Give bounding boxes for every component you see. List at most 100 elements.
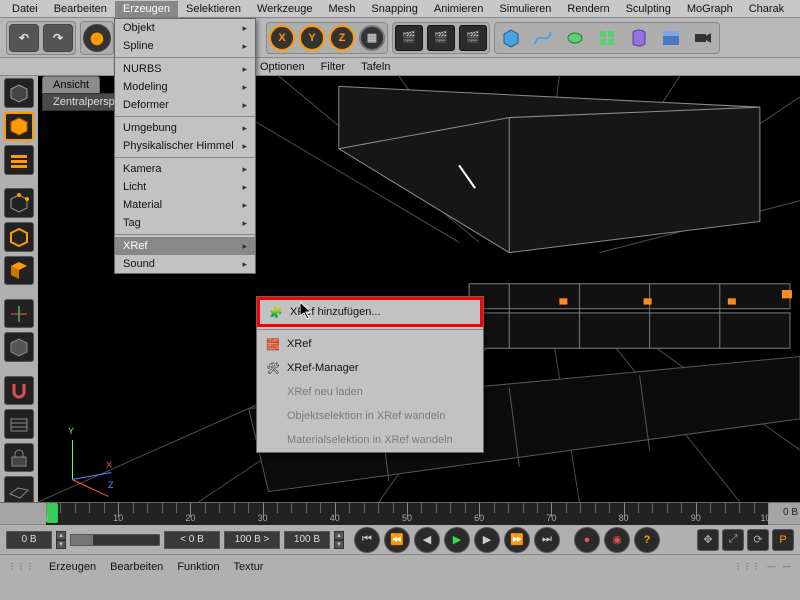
polygons-mode-icon[interactable] [4,256,34,286]
render-view-button[interactable]: 🎬 [395,25,423,51]
axis-z-toggle[interactable]: Z [329,25,355,51]
menu-charak[interactable]: Charak [741,1,792,17]
axis-x-toggle[interactable]: X [269,25,295,51]
menu-werkzeuge[interactable]: Werkzeuge [249,1,320,17]
frame-start-stepper[interactable]: ▴▾ [56,531,66,549]
menu-erzeugen[interactable]: Erzeugen [115,1,178,17]
timeline-ruler[interactable]: 0102030405060708090100 [46,503,768,525]
play-button[interactable]: ▶ [444,527,470,553]
kf-param-icon[interactable]: P [772,529,794,551]
kf-rotate-icon[interactable]: ⟳ [747,529,769,551]
prev-frame-button[interactable]: ◀ [414,527,440,553]
render-settings-button[interactable]: 🎬 [459,25,487,51]
dd-kamera[interactable]: Kamera [115,160,255,178]
matbar-erzeugen[interactable]: Erzeugen [49,561,96,573]
locked-workplane-icon[interactable] [4,443,34,473]
render-pv-button[interactable]: 🎬 [427,25,455,51]
dd-spline[interactable]: Spline [115,37,255,55]
right-panel-grip[interactable]: ⋮⋮⋮ — — [734,562,792,571]
menu-datei[interactable]: Datei [4,1,46,17]
viewport-menu-tafeln[interactable]: Tafeln [361,61,390,73]
sm-xref-add[interactable]: 🧩 XRef hinzufügen... [257,297,483,327]
dd-objekt[interactable]: Objekt [115,19,255,37]
model-mode-icon[interactable] [4,78,34,108]
coord-system-toggle[interactable]: ▦ [359,25,385,51]
frame-end-stepper[interactable]: ▴▾ [334,531,344,549]
material-bar-grip[interactable]: ⋮⋮⋮ [8,562,35,571]
matbar-bearbeiten[interactable]: Bearbeiten [110,561,163,573]
menu-animieren[interactable]: Animieren [426,1,492,17]
dd-physhimmel[interactable]: Physikalischer Himmel [115,137,255,155]
sm-xref[interactable]: 🧱 XRef [257,332,483,356]
menu-snapping[interactable]: Snapping [363,1,426,17]
array-primitive[interactable] [593,25,621,51]
menu-mesh[interactable]: Mesh [320,1,363,17]
erzeugen-dropdown: Objekt Spline NURBS Modeling Deformer Um… [114,18,256,274]
menu-simulieren[interactable]: Simulieren [491,1,559,17]
dd-deformer[interactable]: Deformer [115,96,255,114]
environment-primitive[interactable] [657,25,685,51]
workplane-icon[interactable] [4,409,34,439]
dd-sound[interactable]: Sound [115,255,255,273]
viewport-menu-filter[interactable]: Filter [321,61,345,73]
timeline-scrollbar[interactable] [70,534,160,546]
edge-mode-icon[interactable] [4,145,34,175]
dd-modeling[interactable]: Modeling [115,78,255,96]
ruler-label: 100 [760,513,775,523]
menu-sculpting[interactable]: Sculpting [618,1,679,17]
cube-primitive[interactable] [497,25,525,51]
viewport-menu-optionen[interactable]: Optionen [260,61,305,73]
frame-end-field[interactable]: 100 B [284,531,330,549]
dd-umgebung[interactable]: Umgebung [115,119,255,137]
nurbs-primitive[interactable] [561,25,589,51]
goto-start-button[interactable]: ⏮ [354,527,380,553]
kf-scale-icon[interactable]: ⤢ [722,529,744,551]
frame-start-field[interactable]: 0 B [6,531,52,549]
undo-button[interactable]: ↶ [9,24,39,52]
dd-tag[interactable]: Tag [115,214,255,232]
menu-mograph[interactable]: MoGraph [679,1,741,17]
camera-primitive[interactable] [689,25,717,51]
edges-mode-icon[interactable] [4,222,34,252]
keyframe-options-button[interactable]: ? [634,527,660,553]
live-select-tool[interactable]: ⬤ [83,24,111,52]
snap-icon[interactable] [4,376,34,406]
object-mode-icon[interactable] [4,112,34,142]
enable-axis-icon[interactable] [4,299,34,329]
matbar-funktion[interactable]: Funktion [177,561,219,573]
next-frame-button[interactable]: ▶ [474,527,500,553]
viewport-solo-icon[interactable] [4,332,34,362]
dd-licht[interactable]: Licht [115,178,255,196]
xref-submenu: 🧩 XRef hinzufügen... 🧱 XRef 🛠 XRef-Manag… [256,296,484,453]
axis-gizmo: Y X Z [62,430,122,490]
next-key-button[interactable]: ⏩ [504,527,530,553]
frame-range-right[interactable]: 100 B > [224,531,280,549]
record-button[interactable]: ● [574,527,600,553]
sm-xref-objsel: Objektselektion in XRef wandeln [257,404,483,428]
menu-selektieren[interactable]: Selektieren [178,1,249,17]
goto-end-button[interactable]: ⏭ [534,527,560,553]
deformer-primitive[interactable] [625,25,653,51]
matbar-textur[interactable]: Textur [234,561,264,573]
points-mode-icon[interactable] [4,188,34,218]
dd-material[interactable]: Material [115,196,255,214]
ruler-label: 90 [691,513,701,523]
spline-primitive[interactable] [529,25,557,51]
dd-xref[interactable]: XRef [115,237,255,255]
undo-group: ↶ ↷ [6,21,76,55]
menu-rendern[interactable]: Rendern [559,1,617,17]
dd-nurbs[interactable]: NURBS [115,60,255,78]
ruler-label: 10 [113,513,123,523]
prev-key-button[interactable]: ⏪ [384,527,410,553]
sm-xref-manager[interactable]: 🛠 XRef-Manager [257,356,483,380]
redo-button[interactable]: ↷ [43,24,73,52]
frame-range-left[interactable]: < 0 B [164,531,220,549]
viewport-tab-ansicht[interactable]: Ansicht [42,76,100,94]
kf-move-icon[interactable]: ✥ [697,529,719,551]
timeline-panel: 0102030405060708090100 0 B 0 B ▴▾ < 0 B … [0,502,800,600]
ruler-label: 40 [330,513,340,523]
render-group: 🎬 🎬 🎬 [392,22,490,54]
menu-bearbeiten[interactable]: Bearbeiten [46,1,115,17]
axis-y-toggle[interactable]: Y [299,25,325,51]
autokey-button[interactable]: ◉ [604,527,630,553]
